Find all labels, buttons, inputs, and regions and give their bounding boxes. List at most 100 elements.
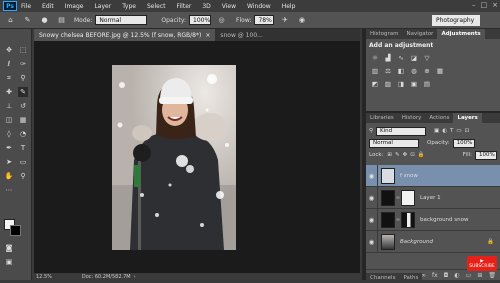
visibility-eye-icon[interactable]: ◉ [366,186,378,209]
visibility-eye-icon[interactable]: ◉ [366,230,378,253]
layer-mask-thumbnail[interactable] [401,211,415,228]
menu-help[interactable]: Help [282,3,296,10]
kind-filter-select[interactable]: Kind [376,126,427,136]
status-arrow-icon[interactable]: › [134,274,136,280]
layer-style-icon[interactable]: fx [432,272,438,279]
type-tool-icon[interactable]: T [18,143,28,153]
tab-snow[interactable]: snow @ 100... [215,29,268,41]
pressure-size-icon[interactable]: ◉ [295,15,308,26]
menu-filter[interactable]: Filter [177,3,192,10]
selective-color-icon[interactable]: ▣ [409,79,419,88]
menu-window[interactable]: Window [247,3,271,10]
tab-snowy-chelsea[interactable]: Snowy chelsea BEFORE.jpg @ 12.5% (f snow… [34,29,216,41]
healing-tool-icon[interactable]: ✚ [4,87,14,97]
trash-icon[interactable]: 🗑 [488,272,496,279]
clone-stamp-tool-icon[interactable]: ⊥ [4,101,14,111]
channel-mixer-icon[interactable]: ⊕ [422,66,432,75]
layer-background[interactable]: ◉ Background 🔒 [366,230,500,253]
brush-tool-icon-active[interactable]: ✎ [18,87,28,97]
opacity-input[interactable]: 100% [189,15,212,25]
maximize-icon[interactable]: □ [481,1,488,9]
black-white-icon[interactable]: ◧ [396,66,406,75]
color-lookup-icon[interactable]: ▦ [435,66,445,75]
posterize-icon[interactable]: ▨ [383,79,393,88]
tab-close-icon[interactable]: × [205,32,210,39]
tab-channels[interactable]: Channels [366,273,399,283]
threshold-icon[interactable]: ◨ [396,79,406,88]
layer-background-snow[interactable]: ◉ ∞ background snow [366,208,500,231]
menu-image[interactable]: Image [65,3,84,10]
layer-layer-1[interactable]: ◉ ∞ Layer 1 [366,186,500,209]
adjustment-layer-icon[interactable]: ◐ [454,272,459,279]
menu-layer[interactable]: Layer [94,3,111,10]
layer-f-snow[interactable]: ◉ f snow [366,164,500,187]
visibility-eye-icon[interactable]: ◉ [366,164,378,187]
eraser-tool-icon[interactable]: ◫ [4,115,14,125]
menu-file[interactable]: File [21,3,31,10]
lock-icons[interactable]: ⊞✎✥⊡🔒 [387,152,427,158]
zoom-tool-icon[interactable]: ⚲ [18,171,28,181]
brush-panel-icon[interactable]: ▤ [55,15,68,26]
zoom-level[interactable]: 12.5% [36,274,52,280]
menu-select[interactable]: Select [147,3,166,10]
photo-filter-icon[interactable]: ◍ [409,66,419,75]
menu-view[interactable]: View [222,3,236,10]
close-icon[interactable]: × [492,1,498,9]
tab-paths[interactable]: Paths [399,273,422,283]
invert-icon[interactable]: ◩ [370,79,380,88]
tab-navigator[interactable]: Navigator [403,29,438,39]
background-color-swatch[interactable] [10,225,21,236]
history-brush-tool-icon[interactable]: ↺ [18,101,28,111]
levels-icon[interactable]: ▟ [383,53,393,62]
group-icon[interactable]: ▭ [466,272,472,279]
lock-icon[interactable]: 🔒 [487,239,494,245]
tab-libraries[interactable]: Libraries [366,113,398,123]
add-mask-icon[interactable]: ◘ [444,272,449,279]
menu-3d[interactable]: 3D [202,3,210,10]
eyedropper-tool-icon[interactable]: ⚲ [18,73,28,83]
color-balance-icon[interactable]: ⚖ [383,66,393,75]
exposure-icon[interactable]: ◪ [409,53,419,62]
workspace-select[interactable]: Photography [432,15,480,26]
quick-select-tool-icon[interactable]: ✑ [18,59,28,69]
tab-layers[interactable]: Layers [453,113,482,123]
gradient-tool-icon[interactable]: ▦ [18,115,28,125]
minimize-icon[interactable]: – [472,1,476,9]
new-layer-icon[interactable]: ⊞ [477,272,482,279]
pen-tool-icon[interactable]: ✒ [4,143,14,153]
dodge-tool-icon[interactable]: ◔ [18,129,28,139]
move-tool-icon[interactable]: ✥ [4,45,14,55]
lasso-tool-icon[interactable]: ℓ [4,59,14,69]
brush-tool-icon[interactable]: ✎ [21,15,34,26]
gradient-map-icon[interactable]: ▤ [422,79,432,88]
tab-actions[interactable]: Actions [425,113,453,123]
tab-history[interactable]: History [398,113,426,123]
hue-saturation-icon[interactable]: ▥ [370,66,380,75]
curves-icon[interactable]: ∿ [396,53,406,62]
filter-type-icons[interactable]: ▣◐T▭⊡ [434,128,472,134]
home-icon[interactable]: ⌂ [4,15,17,26]
crop-tool-icon[interactable]: ⌗ [4,73,14,83]
tab-adjustments[interactable]: Adjustments [437,29,485,39]
flow-input[interactable]: 78% [254,15,275,25]
brightness-icon[interactable]: ☼ [370,53,380,62]
canvas-area[interactable] [34,41,360,273]
tab-histogram[interactable]: Histogram [366,29,403,39]
quick-mask-icon[interactable]: ◙ [4,243,14,253]
brush-preset-icon[interactable]: ● [38,15,51,26]
menu-type[interactable]: Type [122,3,136,10]
more-tools-icon[interactable]: ⋯ [4,185,14,195]
mode-select[interactable]: Normal [95,15,148,25]
menu-edit[interactable]: Edit [42,3,54,10]
visibility-eye-icon[interactable]: ◉ [366,208,378,231]
vibrance-icon[interactable]: ▽ [422,53,432,62]
screen-mode-icon[interactable]: ▣ [4,257,14,267]
blur-tool-icon[interactable]: ◊ [4,129,14,139]
youtube-subscribe-button[interactable]: ▶ SUBSCRIBE [467,256,497,271]
airbrush-icon[interactable]: ✈ [278,15,291,26]
shape-tool-icon[interactable]: ▭ [18,157,28,167]
layer-opacity-input[interactable]: 100% [452,138,475,148]
path-select-tool-icon[interactable]: ➤ [4,157,14,167]
marquee-tool-icon[interactable]: ⬚ [18,45,28,55]
layer-mask-thumbnail[interactable] [401,189,415,206]
